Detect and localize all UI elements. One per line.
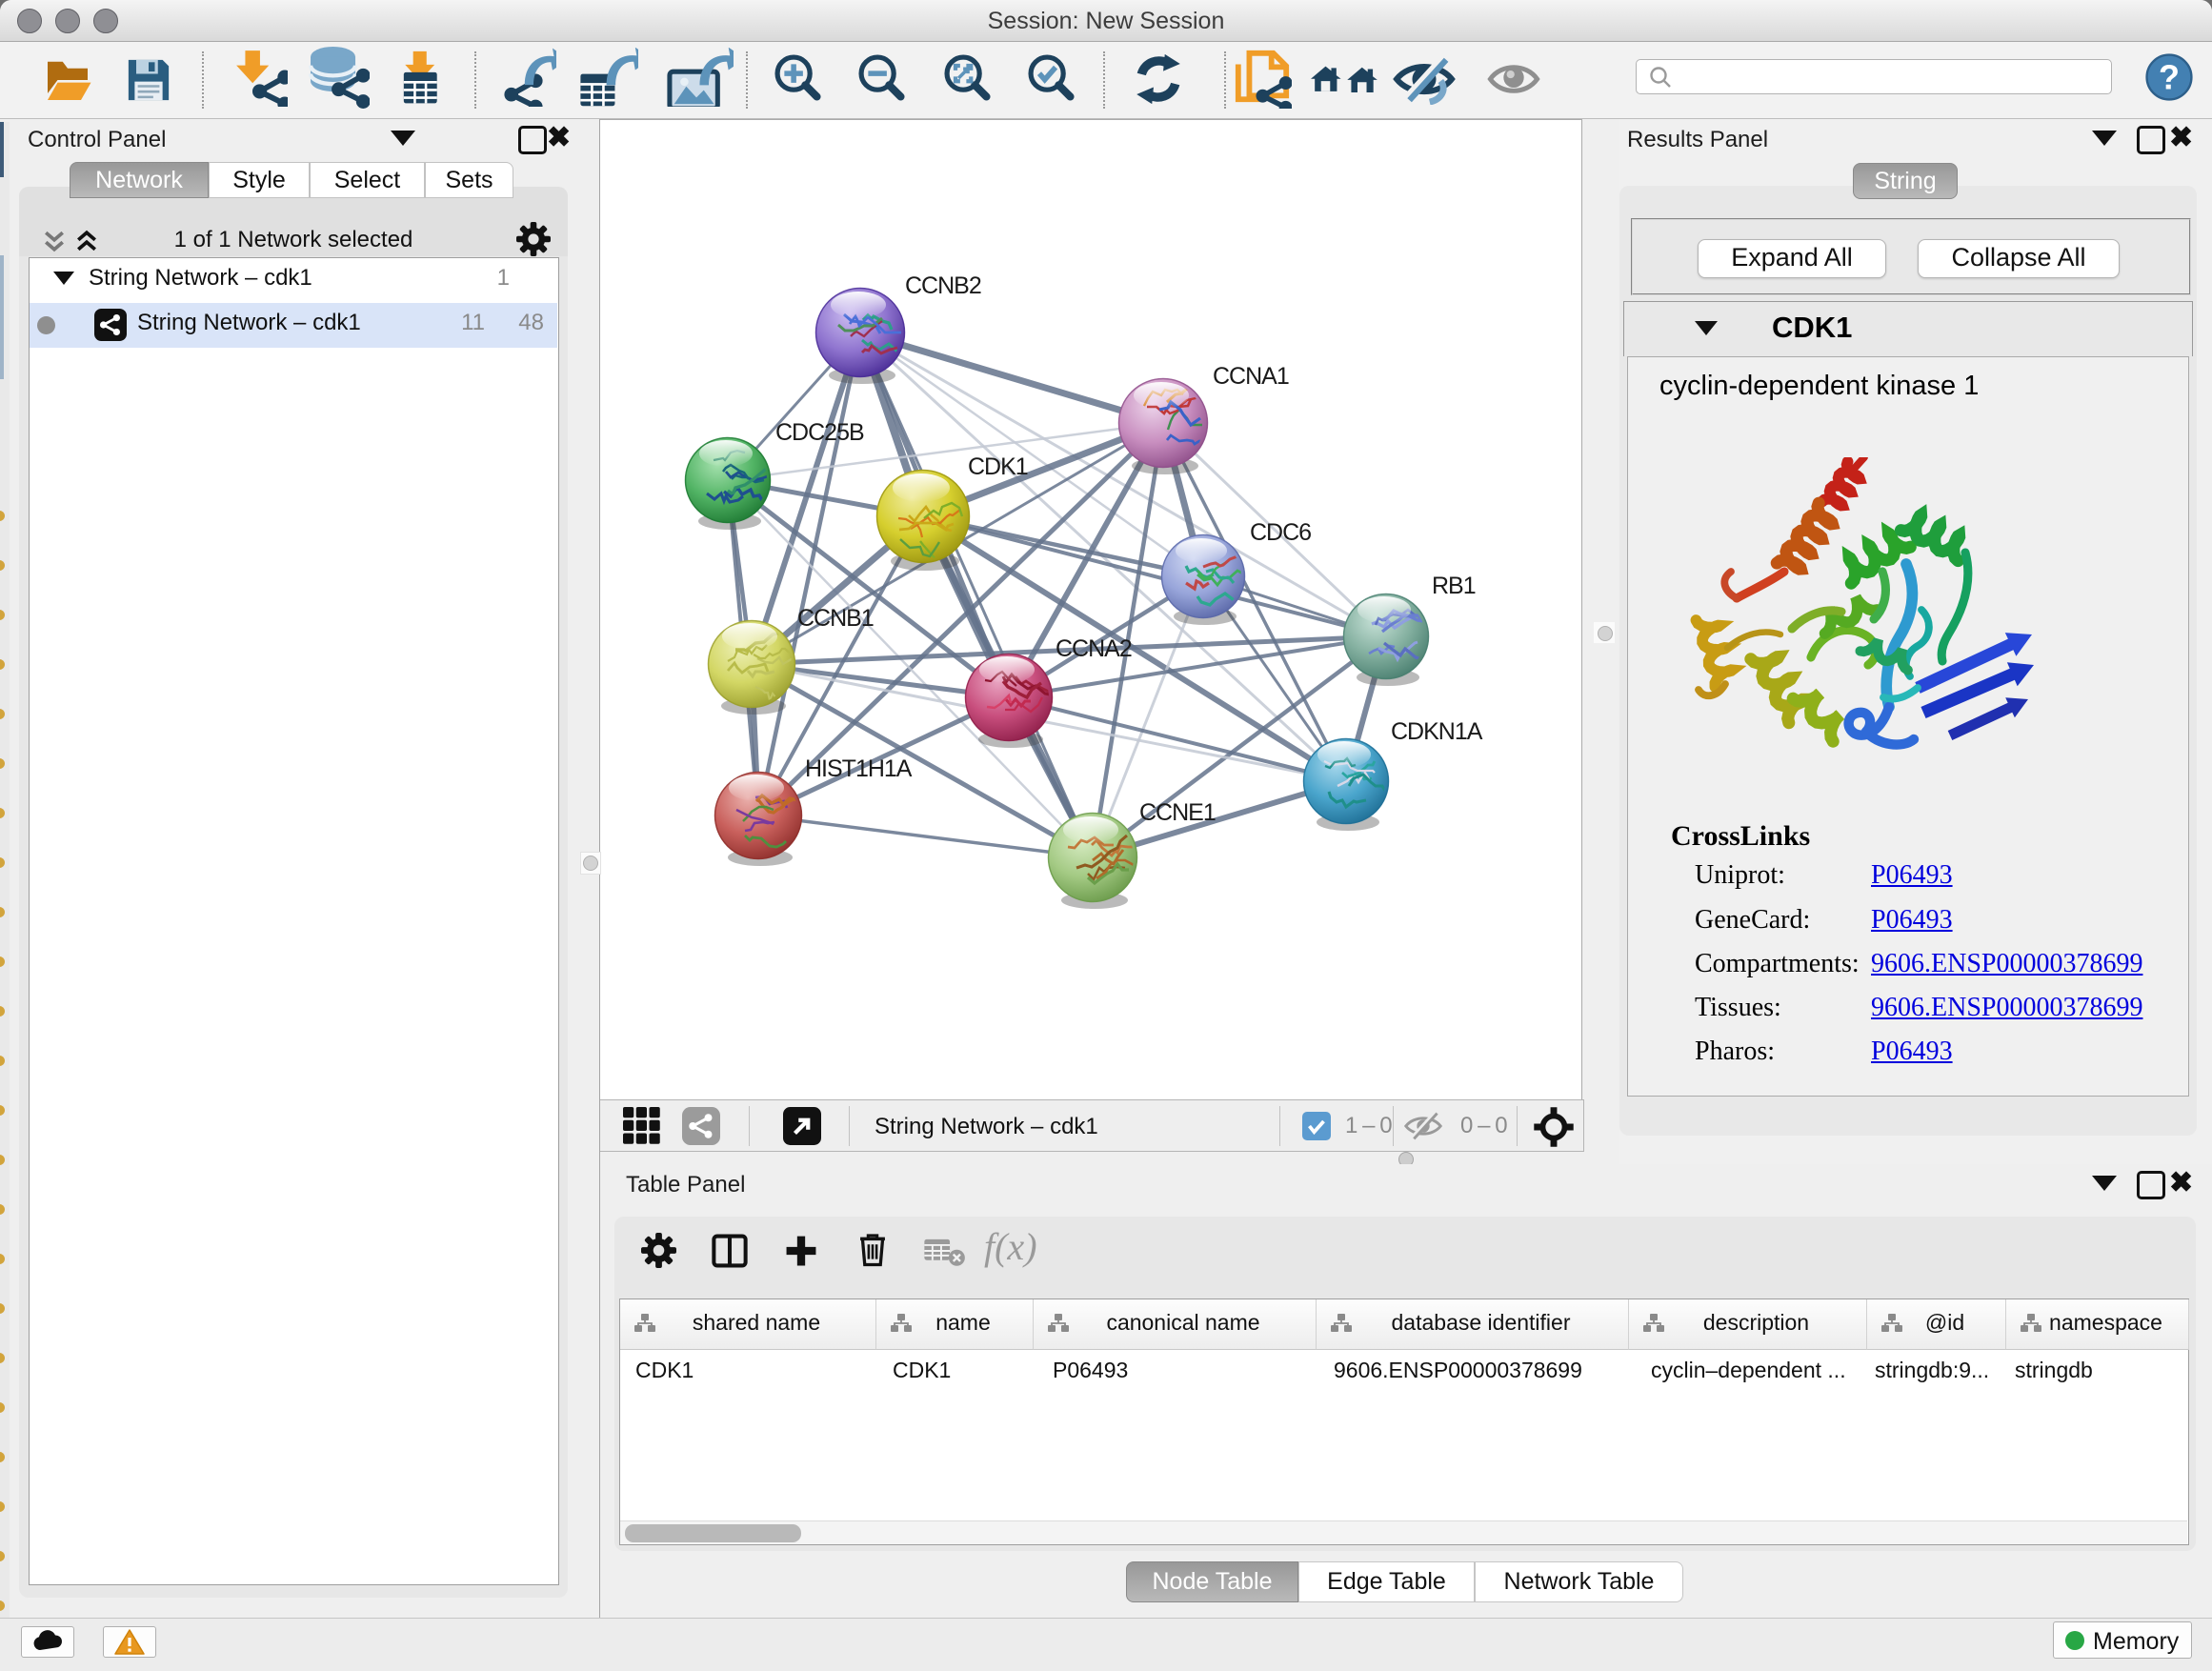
svg-text:CCNB2: CCNB2 (905, 272, 981, 299)
svg-text:CDC6: CDC6 (1250, 519, 1311, 546)
svg-text:CDK1: CDK1 (968, 453, 1028, 480)
svg-text:CCNA2: CCNA2 (1056, 635, 1132, 662)
svg-text:CCNB1: CCNB1 (797, 605, 874, 632)
svg-text:HIST1H1A: HIST1H1A (805, 755, 913, 782)
svg-text:?: ? (2159, 58, 2180, 97)
svg-text:CCNA1: CCNA1 (1213, 363, 1289, 390)
svg-text:CDC25B: CDC25B (775, 419, 864, 446)
svg-text:RB1: RB1 (1432, 573, 1476, 599)
svg-text:CCNE1: CCNE1 (1139, 799, 1216, 826)
svg-text:CDKN1A: CDKN1A (1391, 718, 1483, 745)
